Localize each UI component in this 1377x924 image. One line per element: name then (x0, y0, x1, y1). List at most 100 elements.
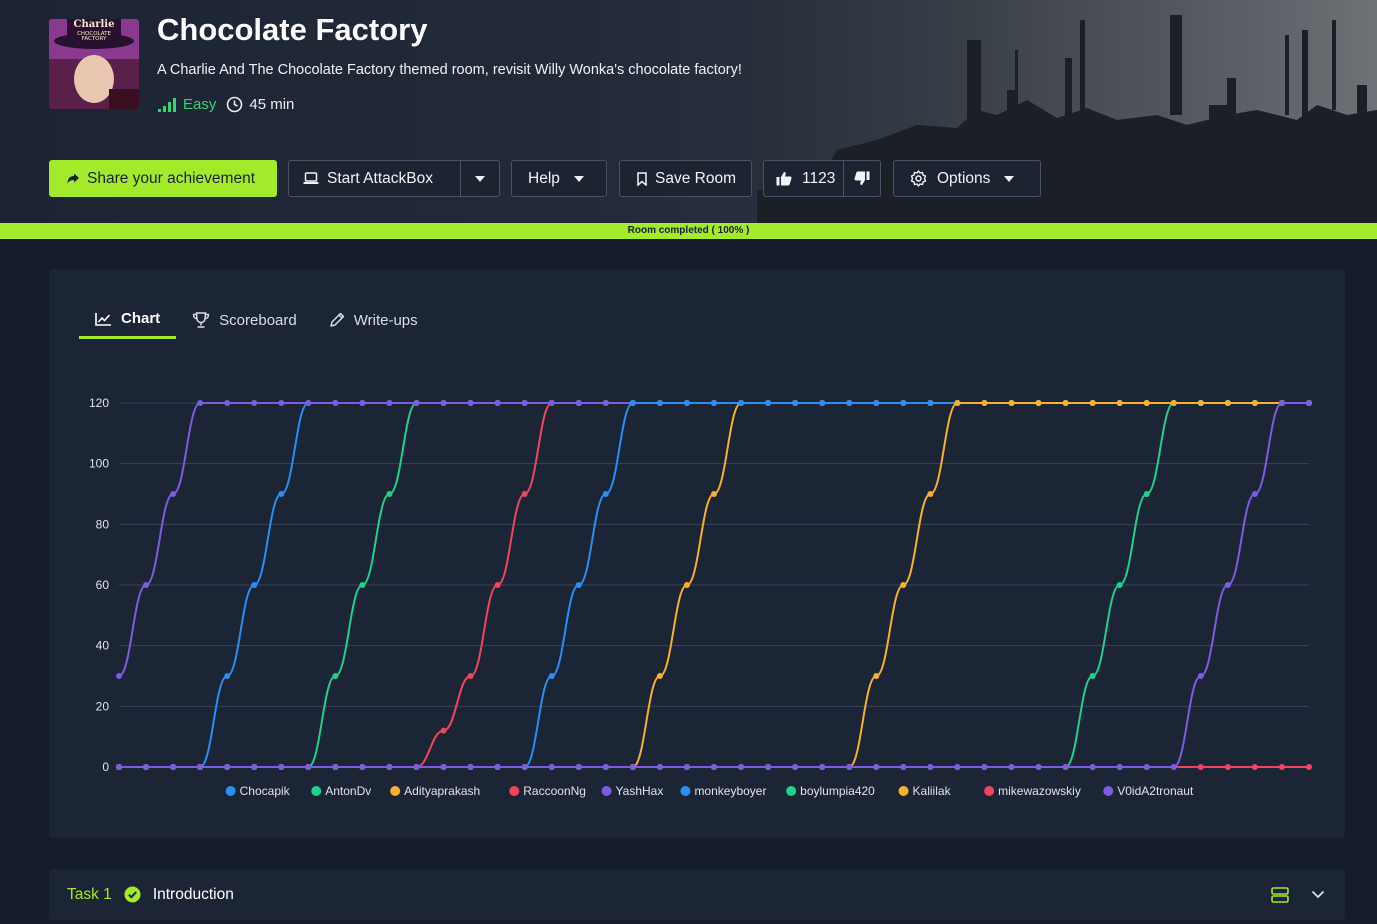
data-point (521, 400, 528, 406)
y-tick-label: 120 (89, 396, 109, 410)
legend-item: V0idA2tronaut (1103, 784, 1194, 798)
data-point (575, 400, 582, 406)
options-label: Options (937, 169, 991, 187)
gear-icon (910, 170, 927, 187)
data-point (548, 400, 555, 406)
data-point (494, 764, 501, 770)
data-point (738, 764, 745, 770)
data-point (521, 764, 528, 770)
data-point (278, 764, 285, 770)
data-point (332, 764, 339, 770)
legend-item: Chocapik (225, 784, 291, 798)
task-row[interactable]: Task 1 Introduction (49, 869, 1345, 920)
data-point (548, 673, 555, 679)
legend-label: Adityaprakash (404, 784, 480, 798)
options-button[interactable]: Options (893, 160, 1041, 197)
attackbox-dropdown-toggle[interactable] (461, 161, 499, 196)
legend-swatch (509, 786, 520, 796)
upvote-button[interactable]: 1123 (764, 161, 843, 196)
data-point (1089, 673, 1096, 679)
duration-indicator: 45 min (226, 96, 294, 113)
data-point (143, 582, 150, 588)
share-achievement-button[interactable]: Share your achievement (49, 160, 277, 197)
save-room-label: Save Room (655, 169, 736, 187)
data-point (305, 400, 312, 406)
legend-label: AntonDv (325, 784, 371, 798)
data-point (1089, 400, 1096, 406)
help-button[interactable]: Help (511, 160, 607, 197)
data-point (224, 400, 231, 406)
y-tick-label: 0 (102, 760, 109, 774)
legend-item: RaccoonNg (509, 784, 586, 798)
data-point (359, 764, 366, 770)
data-point (1035, 764, 1042, 770)
data-point (440, 764, 447, 770)
data-point (819, 764, 826, 770)
data-point (1062, 764, 1069, 770)
data-point (170, 491, 177, 497)
data-point (278, 400, 285, 406)
data-point (711, 764, 717, 770)
signal-bars-icon (158, 97, 176, 112)
legend-label: Kaliilak (913, 784, 952, 798)
data-point (629, 400, 636, 406)
data-point (170, 764, 177, 770)
attackbox-label: Start AttackBox (327, 169, 433, 187)
room-thumbnail: Charlie CHOCOLATE FACTORY (49, 19, 139, 109)
data-point (683, 582, 690, 588)
task-layout-icon[interactable] (1271, 886, 1289, 903)
data-point (305, 764, 312, 770)
data-point (900, 400, 907, 406)
start-attackbox-button[interactable]: Start AttackBox (289, 161, 460, 196)
data-point (548, 764, 555, 770)
thumbnail-text-3: FACTORY (82, 36, 107, 42)
data-point (467, 400, 474, 406)
data-point (1224, 764, 1231, 770)
data-point (1008, 764, 1015, 770)
data-point (873, 400, 880, 406)
data-point (846, 764, 853, 770)
data-point (278, 491, 285, 497)
data-point (738, 400, 745, 406)
data-point (251, 400, 258, 406)
help-label: Help (528, 169, 560, 187)
chevron-down-icon[interactable] (1311, 890, 1325, 899)
attackbox-button-group: Start AttackBox (288, 160, 500, 197)
data-point (1089, 764, 1096, 770)
y-tick-label: 20 (96, 699, 110, 713)
data-point (1197, 673, 1204, 679)
legend-item: mikewazowskiy (984, 784, 1081, 798)
data-point (494, 400, 501, 406)
data-point (846, 400, 853, 406)
legend-label: V0idA2tronaut (1117, 784, 1194, 798)
data-point (467, 764, 474, 770)
legend-swatch (984, 786, 995, 796)
task-actions (1271, 869, 1325, 920)
score-chart: 0 20 40 60 80 100 120 Chocapik AntonDv Adityaprak… (89, 396, 1312, 798)
data-point (1143, 400, 1150, 406)
data-point (873, 764, 880, 770)
data-point (359, 582, 366, 588)
laptop-icon (303, 172, 319, 184)
legend-swatch (390, 786, 401, 796)
likes-count: 1123 (802, 169, 836, 187)
legend-item: Kaliilak (898, 784, 952, 798)
data-point (711, 400, 717, 406)
difficulty-label: Easy (183, 96, 217, 113)
data-point (494, 582, 501, 588)
legend-item: AntonDv (311, 784, 371, 798)
y-tick-label: 40 (96, 639, 110, 653)
data-point (1116, 764, 1123, 770)
save-room-button[interactable]: Save Room (619, 160, 752, 197)
downvote-button[interactable] (844, 161, 880, 196)
bookmark-icon (637, 171, 647, 186)
task-number: Task 1 (67, 885, 112, 903)
data-point (711, 491, 717, 497)
data-point (954, 764, 961, 770)
data-point (1251, 764, 1258, 770)
data-point (683, 764, 690, 770)
data-point (765, 400, 772, 406)
data-point (927, 764, 934, 770)
clock-icon (227, 96, 243, 113)
caret-down-icon (475, 175, 485, 182)
